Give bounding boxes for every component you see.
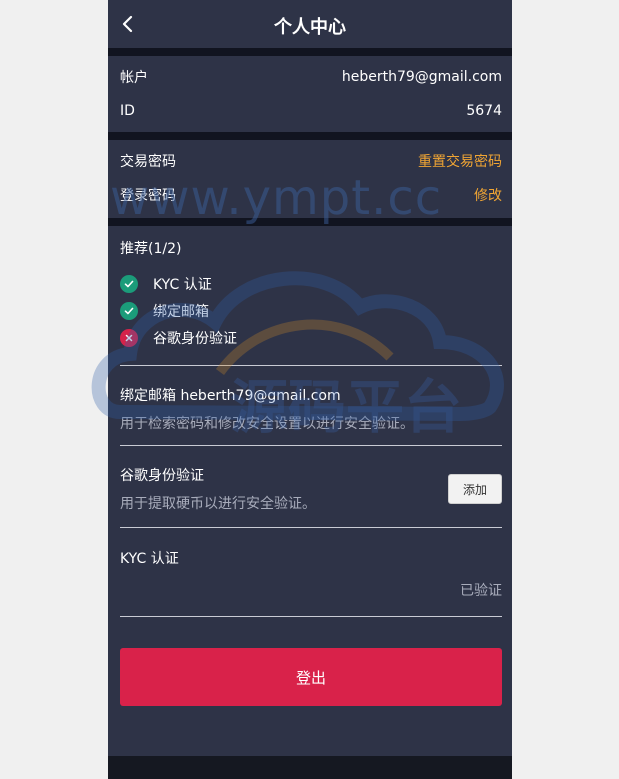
- google-auth-desc: 用于提取硬币以进行安全验证。: [120, 496, 316, 512]
- trade-password-row: 交易密码 重置交易密码: [120, 144, 502, 178]
- recommend-item-label: 谷歌身份验证: [153, 330, 237, 347]
- account-row: 帐户 heberth79@gmail.com: [120, 60, 502, 94]
- check-icon: [120, 301, 138, 320]
- trade-password-label: 交易密码: [120, 154, 176, 170]
- phone-screen: 个人中心 帐户 heberth79@gmail.com ID 5674 交易密码…: [108, 0, 512, 779]
- kyc-block: KYC 认证 已验证: [120, 528, 502, 616]
- google-auth-title: 谷歌身份验证: [120, 468, 204, 484]
- recommend-item-google-auth: 谷歌身份验证: [120, 324, 502, 351]
- google-auth-block: 谷歌身份验证 用于提取硬币以进行安全验证。 添加: [120, 446, 502, 527]
- login-password-label: 登录密码: [120, 188, 176, 204]
- recommend-item-label: 绑定邮箱: [153, 303, 209, 320]
- bind-email-desc: 用于检索密码和修改安全设置以进行安全验证。: [120, 416, 414, 432]
- kyc-title: KYC 认证: [120, 551, 179, 567]
- divider: [120, 616, 502, 617]
- account-card: 帐户 heberth79@gmail.com ID 5674: [108, 56, 512, 132]
- header-bar: 个人中心: [108, 0, 512, 56]
- account-value: heberth79@gmail.com: [341, 69, 502, 85]
- password-card: 交易密码 重置交易密码 登录密码 修改: [108, 140, 512, 218]
- recommend-item-kyc: KYC 认证: [120, 270, 502, 297]
- section-divider: [108, 218, 512, 226]
- recommend-item-label: KYC 认证: [153, 276, 212, 293]
- login-password-row: 登录密码 修改: [120, 178, 502, 212]
- reset-trade-password-link[interactable]: 重置交易密码: [418, 151, 502, 171]
- check-icon: [120, 274, 138, 293]
- account-label: 帐户: [120, 70, 148, 86]
- add-google-auth-button[interactable]: 添加: [448, 474, 502, 504]
- id-value: 5674: [466, 103, 502, 119]
- close-icon: [120, 328, 138, 347]
- modify-login-password-link[interactable]: 修改: [474, 185, 502, 205]
- bind-email-block: 绑定邮箱 heberth79@gmail.com 用于检索密码和修改安全设置以进…: [120, 366, 502, 445]
- page-title: 个人中心: [274, 17, 346, 38]
- id-label: ID: [120, 103, 135, 119]
- logout-button[interactable]: 登出: [120, 648, 502, 706]
- section-divider: [108, 132, 512, 140]
- security-card: 推荐(1/2) KYC 认证 绑定邮箱 谷歌身份验证 绑定邮箱 heberth7…: [108, 226, 512, 756]
- recommend-item-email: 绑定邮箱: [120, 297, 502, 324]
- kyc-status: 已验证: [460, 583, 502, 599]
- bind-email-title: 绑定邮箱 heberth79@gmail.com: [120, 388, 341, 404]
- recommend-title: 推荐(1/2): [120, 241, 182, 257]
- id-row: ID 5674: [120, 94, 502, 128]
